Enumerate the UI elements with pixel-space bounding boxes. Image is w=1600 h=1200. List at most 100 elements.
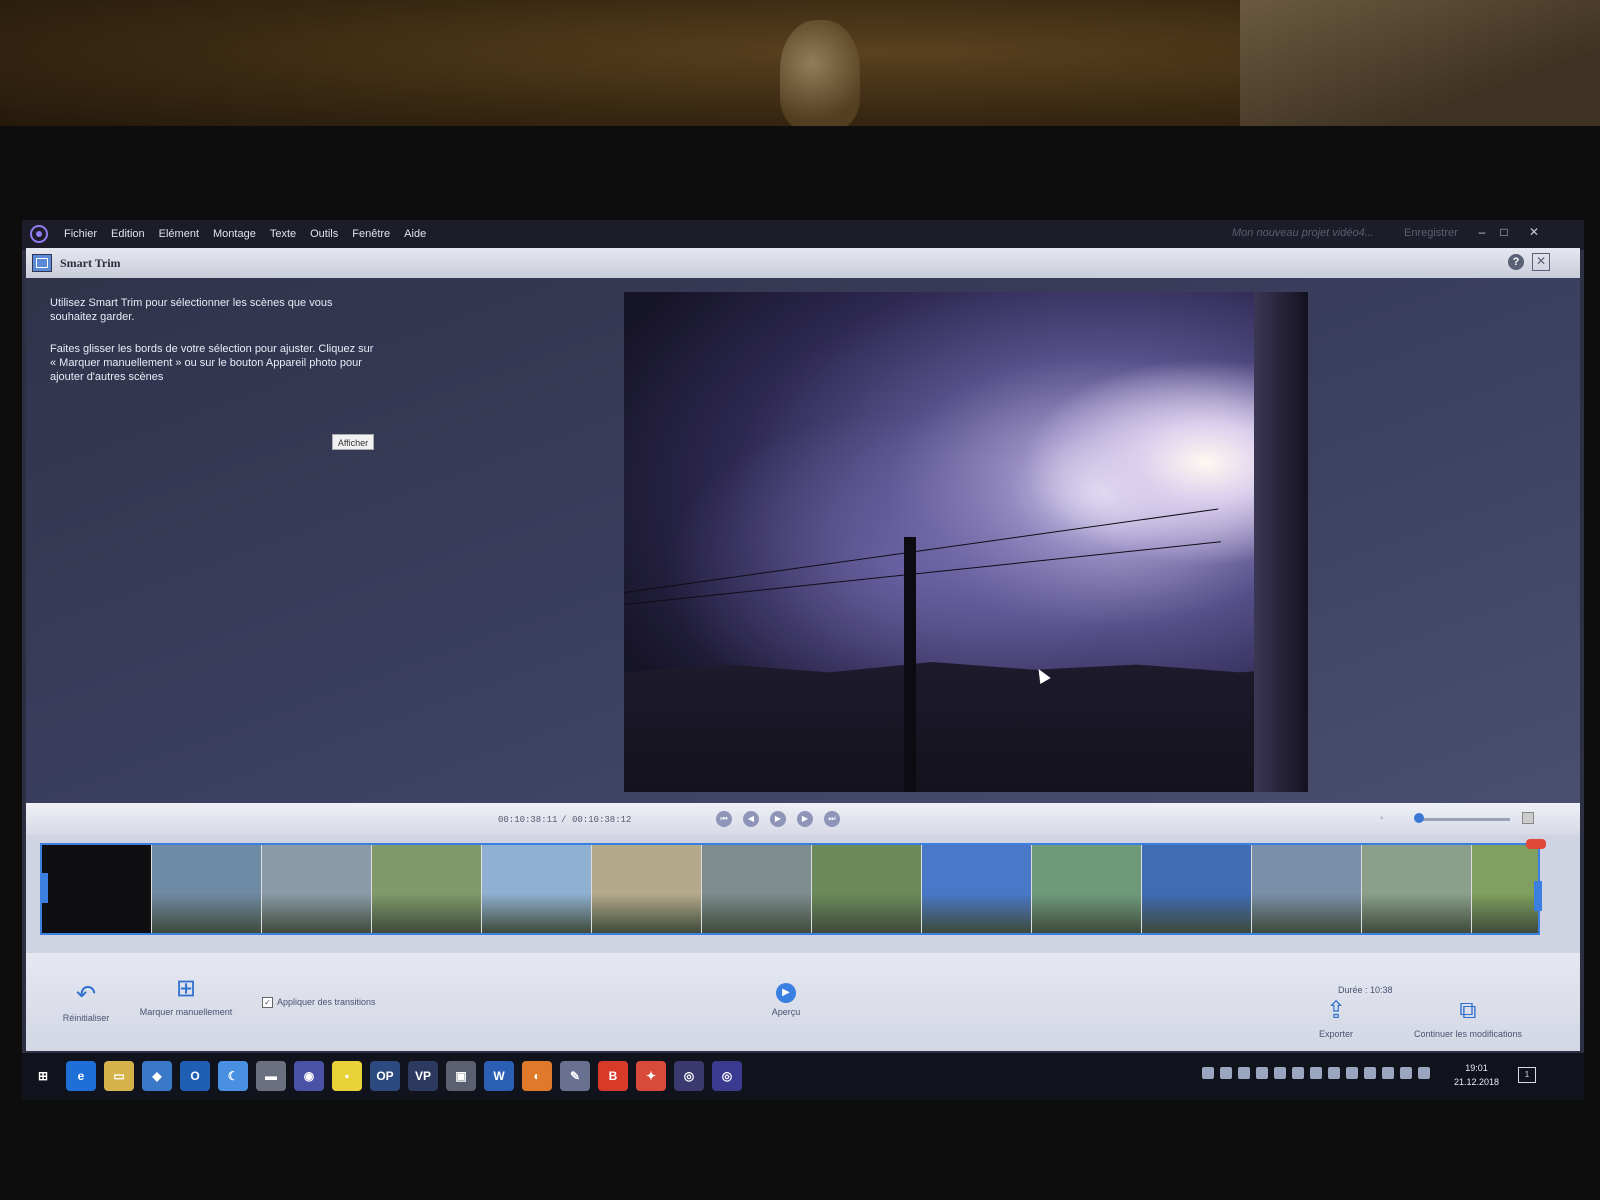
menu-montage[interactable]: Montage: [213, 228, 256, 240]
reset-label: Réinitialiser: [62, 1013, 110, 1023]
tray-icon[interactable]: [1346, 1067, 1358, 1079]
app-icon-15[interactable]: ✎: [560, 1061, 590, 1091]
outlook-icon[interactable]: O: [180, 1061, 210, 1091]
smart-trim-workarea: Utilisez Smart Trim pour sélectionner le…: [26, 278, 1580, 803]
sticky-notes-icon[interactable]: ▪: [332, 1061, 362, 1091]
tray-icon[interactable]: [1256, 1067, 1268, 1079]
filmstrip-thumbnail-garden[interactable]: [1032, 845, 1142, 933]
tray-icon[interactable]: [1400, 1067, 1412, 1079]
help-button[interactable]: ?: [1508, 254, 1524, 270]
firefox-icon[interactable]: ◐: [522, 1061, 552, 1091]
zoom-out-icon[interactable]: ◦: [1380, 813, 1384, 824]
filmstrip-thumbnail-foliage[interactable]: [1472, 845, 1538, 933]
maximize-icon[interactable]: □: [1496, 224, 1512, 240]
instruction-paragraph-1: Utilisez Smart Trim pour sélectionner le…: [50, 297, 333, 323]
preview-window-frame: [1254, 292, 1308, 792]
menu-outils[interactable]: Outils: [310, 228, 338, 240]
tray-icon[interactable]: [1418, 1067, 1430, 1079]
previous-frame-icon[interactable]: ◀: [743, 811, 759, 827]
filmstrip-thumbnail-car[interactable]: [702, 845, 812, 933]
filmstrip-thumbnail-house[interactable]: [262, 845, 372, 933]
tray-icon[interactable]: [1274, 1067, 1286, 1079]
menu-element[interactable]: Elément: [159, 228, 199, 240]
tray-icon[interactable]: [1220, 1067, 1232, 1079]
filmstrip-thumbnail-dark[interactable]: [42, 845, 152, 933]
app-vp-icon[interactable]: VP: [408, 1061, 438, 1091]
clock[interactable]: 19:01 21.12.2018: [1454, 1061, 1499, 1089]
zoom-slider-track[interactable]: [1418, 818, 1510, 821]
smart-trim-header: Smart Trim ? ✕: [26, 248, 1580, 279]
tray-icon[interactable]: [1202, 1067, 1214, 1079]
word-icon[interactable]: W: [484, 1061, 514, 1091]
app-icon-12[interactable]: ▣: [446, 1061, 476, 1091]
trim-handle-right[interactable]: [1534, 881, 1542, 911]
app-b-icon[interactable]: B: [598, 1061, 628, 1091]
room-background: [0, 0, 1600, 130]
last-frame-icon[interactable]: ⏭: [824, 811, 840, 827]
tray-icon[interactable]: [1328, 1067, 1340, 1079]
tray-icon[interactable]: [1364, 1067, 1376, 1079]
undo-icon: ↶: [75, 981, 97, 1008]
tray-icon[interactable]: [1310, 1067, 1322, 1079]
scene-marker[interactable]: [1526, 839, 1546, 849]
filmstrip-thumbnail-town[interactable]: [482, 845, 592, 933]
menu-items: Fichier Edition Elément Montage Texte Ou…: [64, 228, 426, 240]
next-frame-icon[interactable]: ▶: [797, 811, 813, 827]
premiere-elements-icon[interactable]: ◎: [712, 1061, 742, 1091]
app-icon-18[interactable]: ◎: [674, 1061, 704, 1091]
preview-button[interactable]: ▶ Aperçu: [756, 983, 816, 1017]
edge-icon[interactable]: e: [66, 1061, 96, 1091]
save-button[interactable]: Enregistrer: [1404, 227, 1458, 239]
checkbox-icon[interactable]: ✓: [262, 997, 273, 1009]
filmstrip-thumbnail-village[interactable]: [152, 845, 262, 933]
filmstrip-thumbnail-sky-blue[interactable]: [922, 845, 1032, 933]
menu-fenetre[interactable]: Fenêtre: [352, 228, 390, 240]
menu-fichier[interactable]: Fichier: [64, 228, 97, 240]
app-op-icon[interactable]: OP: [370, 1061, 400, 1091]
menu-texte[interactable]: Texte: [270, 228, 296, 240]
file-explorer-icon[interactable]: ▭: [104, 1061, 134, 1091]
continue-label: Continuer les modifications: [1413, 1029, 1523, 1039]
filmstrip-thumbnail-lake[interactable]: [1142, 845, 1252, 933]
taskbar-apps: ⊞ e ▭ ◆ O ☾ ▬ ◉ ▪ OP VP ▣ W ◐ ✎ B ✦ ◎ ◎: [28, 1061, 742, 1091]
trim-handle-left[interactable]: [40, 873, 48, 903]
duration-label: Durée : 10:38: [1338, 985, 1393, 995]
show-button[interactable]: Afficher: [332, 434, 374, 450]
filmstrip-thumbnail-yard[interactable]: [1362, 845, 1472, 933]
first-frame-icon[interactable]: ⏮: [716, 811, 732, 827]
filmstrip-thumbnail-valley[interactable]: [1252, 845, 1362, 933]
close-icon[interactable]: ✕: [1526, 224, 1542, 240]
zoom-slider-handle[interactable]: [1414, 813, 1424, 823]
app-icon-7[interactable]: ▬: [256, 1061, 286, 1091]
minimize-icon[interactable]: –: [1474, 224, 1490, 240]
apply-transitions-checkbox[interactable]: ✓ Appliquer des transitions: [262, 997, 376, 1009]
video-preview[interactable]: [624, 292, 1308, 792]
project-title: Mon nouveau projet vidéo4...: [1232, 227, 1374, 239]
close-panel-button[interactable]: ✕: [1532, 253, 1550, 271]
tray-icon[interactable]: [1238, 1067, 1250, 1079]
tray-icon[interactable]: [1292, 1067, 1304, 1079]
app-icon-17[interactable]: ✦: [636, 1061, 666, 1091]
windows-start-icon[interactable]: ⊞: [28, 1061, 58, 1091]
reset-button[interactable]: ↶ Réinitialiser: [56, 981, 116, 1023]
play-icon[interactable]: ▶: [770, 811, 786, 827]
continue-editing-button[interactable]: ⧉ Continuer les modifications: [1410, 997, 1526, 1039]
notification-icon[interactable]: 1: [1518, 1067, 1536, 1083]
filmstrip-thumbnail-trees[interactable]: [372, 845, 482, 933]
app-icon-8[interactable]: ◉: [294, 1061, 324, 1091]
menu-edition[interactable]: Edition: [111, 228, 145, 240]
screen: Fichier Edition Elément Montage Texte Ou…: [22, 220, 1584, 1100]
filmstrip-thumbnail-bushes[interactable]: [812, 845, 922, 933]
zoom-in-icon[interactable]: [1522, 812, 1534, 824]
vase: [780, 20, 860, 130]
menu-aide[interactable]: Aide: [404, 228, 426, 240]
app-icon-4[interactable]: ◆: [142, 1061, 172, 1091]
export-button[interactable]: ⇪ Exporter: [1306, 997, 1366, 1039]
tray-icon[interactable]: [1382, 1067, 1394, 1079]
export-label: Exporter: [1318, 1029, 1353, 1039]
manual-mark-button[interactable]: ⊞ Marquer manuellement: [136, 975, 236, 1017]
app-icon-6[interactable]: ☾: [218, 1061, 248, 1091]
filmstrip-thumbnail-field[interactable]: [592, 845, 702, 933]
clock-time: 19:01: [1465, 1063, 1488, 1073]
filmstrip-thumbnails[interactable]: [40, 843, 1540, 935]
